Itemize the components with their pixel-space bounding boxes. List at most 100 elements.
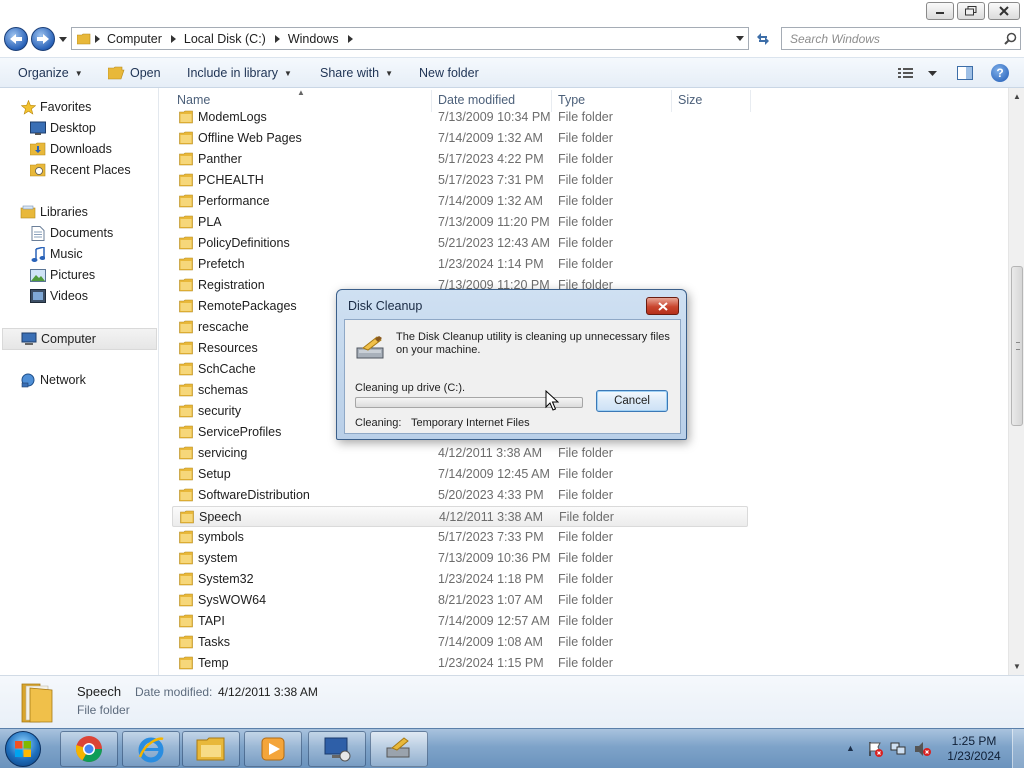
file-row[interactable]: SysWOW64 8/21/2023 1:07 AM File folder xyxy=(172,590,748,611)
taskbar-internet-explorer[interactable] xyxy=(122,731,180,767)
include-in-library-menu[interactable]: Include in library ▼ xyxy=(187,58,292,88)
column-header-date-modified[interactable]: Date modified xyxy=(438,93,515,107)
help-button[interactable]: ? xyxy=(991,64,1009,82)
file-name: servicing xyxy=(198,446,248,460)
minimize-button[interactable] xyxy=(926,2,954,20)
close-button[interactable] xyxy=(988,2,1020,20)
nav-music-label: Music xyxy=(50,247,83,261)
nav-documents[interactable]: Documents xyxy=(30,223,113,243)
new-folder-button[interactable]: New folder xyxy=(419,58,479,88)
file-type: File folder xyxy=(558,530,613,544)
file-row[interactable]: Temp 1/23/2024 1:15 PM File folder xyxy=(172,653,748,674)
organize-menu[interactable]: Organize ▼ xyxy=(18,58,83,88)
file-row[interactable]: Speech 4/12/2011 3:38 AM File folder xyxy=(172,506,748,527)
file-row[interactable]: PCHEALTH 5/17/2023 7:31 PM File folder xyxy=(172,170,748,191)
file-date-modified: 5/21/2023 12:43 AM xyxy=(438,236,550,250)
breadcrumb-separator-icon[interactable] xyxy=(272,34,284,43)
breadcrumb-separator-icon[interactable] xyxy=(345,34,357,43)
cleaning-status-value: Temporary Internet Files xyxy=(411,417,530,429)
vertical-scrollbar[interactable]: ▲ ▼ xyxy=(1008,88,1024,675)
show-hidden-icons-icon[interactable]: ▲ xyxy=(846,743,855,753)
breadcrumb-computer[interactable]: Computer xyxy=(103,32,168,46)
taskbar-remote-desktop[interactable] xyxy=(308,731,366,767)
change-view-button[interactable] xyxy=(898,64,940,82)
taskbar-windows-explorer[interactable] xyxy=(182,731,240,767)
breadcrumb-separator-icon[interactable] xyxy=(91,34,103,43)
folder-icon xyxy=(179,593,193,607)
back-button[interactable] xyxy=(4,27,28,51)
scroll-up-arrow-icon[interactable]: ▲ xyxy=(1013,92,1021,101)
nav-downloads[interactable]: Downloads xyxy=(30,139,112,159)
column-header-name[interactable]: Name xyxy=(177,93,210,107)
address-history-dropdown[interactable] xyxy=(735,33,745,43)
taskbar-disk-cleanup[interactable] xyxy=(370,731,428,767)
file-row[interactable]: SoftwareDistribution 5/20/2023 4:33 PM Fil… xyxy=(172,485,748,506)
search-input[interactable]: Search Windows xyxy=(781,27,1021,50)
file-row[interactable]: servicing 4/12/2011 3:38 AM File folder xyxy=(172,443,748,464)
breadcrumb-windows[interactable]: Windows xyxy=(284,32,345,46)
column-header-size[interactable]: Size xyxy=(678,93,702,107)
file-row[interactable]: PolicyDefinitions 5/21/2023 12:43 AM File … xyxy=(172,233,748,254)
file-date-modified: 7/14/2009 1:08 AM xyxy=(438,635,543,649)
file-type: File folder xyxy=(558,656,613,670)
nav-desktop[interactable]: Desktop xyxy=(30,118,96,138)
system-clock[interactable]: 1:25 PM 1/23/2024 xyxy=(942,734,1006,764)
nav-computer[interactable]: Computer xyxy=(2,328,157,350)
file-row[interactable]: Panther 5/17/2023 4:22 PM File folder xyxy=(172,149,748,170)
refresh-button[interactable] xyxy=(752,28,774,50)
taskbar-media-player[interactable] xyxy=(244,731,302,767)
open-button[interactable]: Open xyxy=(108,58,161,88)
file-row[interactable]: Offline Web Pages 7/14/2009 1:32 AM File f… xyxy=(172,128,748,149)
forward-button[interactable] xyxy=(31,27,55,51)
taskbar-chrome[interactable] xyxy=(60,731,118,767)
breadcrumb-local-disk[interactable]: Local Disk (C:) xyxy=(180,32,272,46)
file-date-modified: 7/13/2009 11:20 PM xyxy=(438,215,550,229)
file-row[interactable]: System32 1/23/2024 1:18 PM File folder xyxy=(172,569,748,590)
start-button[interactable] xyxy=(5,731,41,767)
restore-button[interactable] xyxy=(957,2,985,20)
file-row[interactable]: system 7/13/2009 10:36 PM File folder xyxy=(172,548,748,569)
nav-libraries[interactable]: Libraries xyxy=(20,202,88,222)
folder-icon xyxy=(179,530,193,544)
details-file-type: File folder xyxy=(77,703,130,717)
file-row[interactable]: Performance 7/14/2009 1:32 AM File folder xyxy=(172,191,748,212)
recent-pages-dropdown[interactable] xyxy=(58,34,68,44)
nav-favorites-label: Favorites xyxy=(40,100,92,114)
volume-muted-icon[interactable] xyxy=(914,740,932,758)
nav-pictures[interactable]: Pictures xyxy=(30,265,95,285)
file-type: File folder xyxy=(558,467,613,481)
nav-recent-places[interactable]: Recent Places xyxy=(30,160,131,180)
file-row[interactable]: ModemLogs 7/13/2009 10:34 PM File folder xyxy=(172,107,748,128)
share-with-menu[interactable]: Share with ▼ xyxy=(320,58,393,88)
search-icon[interactable] xyxy=(1000,32,1020,45)
folder-icon xyxy=(179,572,193,586)
caret-down-icon: ▼ xyxy=(74,68,83,78)
scrollbar-thumb[interactable] xyxy=(1011,266,1023,426)
file-row[interactable]: symbols 5/17/2023 7:33 PM File folder xyxy=(172,527,748,548)
breadcrumb-separator-icon[interactable] xyxy=(168,34,180,43)
action-center-flag-icon[interactable] xyxy=(866,740,884,758)
address-bar[interactable]: Computer Local Disk (C:) Windows xyxy=(71,27,749,50)
cancel-button[interactable]: Cancel xyxy=(596,390,668,412)
preview-pane-icon xyxy=(957,66,973,80)
show-desktop-button[interactable] xyxy=(1012,729,1024,768)
column-divider[interactable] xyxy=(750,90,751,112)
file-row[interactable]: Tasks 7/14/2009 1:08 AM File folder xyxy=(172,632,748,653)
nav-videos[interactable]: Videos xyxy=(30,286,88,306)
videos-icon xyxy=(30,288,46,304)
nav-music[interactable]: Music xyxy=(30,244,83,264)
preview-pane-button[interactable] xyxy=(955,64,975,82)
folder-icon xyxy=(179,488,193,502)
file-row[interactable]: TAPI 7/14/2009 12:57 AM File folder xyxy=(172,611,748,632)
nav-libraries-label: Libraries xyxy=(40,205,88,219)
file-row[interactable]: Setup 7/14/2009 12:45 AM File folder xyxy=(172,464,748,485)
network-status-icon[interactable] xyxy=(890,740,908,758)
dialog-close-button[interactable] xyxy=(646,297,679,315)
file-row[interactable]: PLA 7/13/2009 11:20 PM File folder xyxy=(172,212,748,233)
column-header-type[interactable]: Type xyxy=(558,93,585,107)
nav-network[interactable]: Network xyxy=(20,370,86,390)
file-row[interactable]: Prefetch 1/23/2024 1:14 PM File folder xyxy=(172,254,748,275)
file-date-modified: 7/13/2009 10:36 PM xyxy=(438,551,551,565)
scroll-down-arrow-icon[interactable]: ▼ xyxy=(1013,662,1021,671)
nav-favorites[interactable]: Favorites xyxy=(20,97,91,117)
